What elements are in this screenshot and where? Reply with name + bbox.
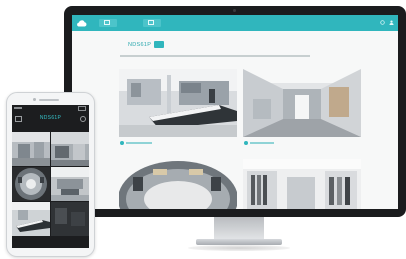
camera-view-lobby bbox=[119, 69, 237, 137]
phone-camera-tile[interactable] bbox=[12, 202, 50, 236]
phone-camera-tile[interactable] bbox=[12, 132, 50, 166]
phone-view-dark bbox=[51, 202, 89, 236]
desktop-monitor: NDS61P bbox=[64, 6, 406, 217]
phone-title: NDS61P bbox=[39, 115, 62, 121]
phone-camera-tile[interactable] bbox=[51, 132, 89, 166]
phone-view-lounge bbox=[51, 167, 89, 201]
monitor-shadow bbox=[188, 245, 290, 251]
camera-tile[interactable] bbox=[243, 69, 361, 137]
camera-tile[interactable] bbox=[119, 69, 237, 137]
camera-tile[interactable] bbox=[119, 159, 237, 209]
nav-tab-cameras[interactable] bbox=[143, 19, 161, 27]
title-badge[interactable] bbox=[154, 41, 164, 48]
top-nav-bar bbox=[72, 15, 398, 31]
cloud-icon[interactable] bbox=[76, 19, 87, 27]
monitor-stand bbox=[214, 217, 264, 241]
webcam-dot bbox=[233, 9, 236, 12]
monitor-icon bbox=[104, 20, 110, 26]
phone-camera-tile[interactable] bbox=[51, 202, 89, 236]
device-title: NDS61P bbox=[128, 42, 152, 48]
phone-view-lobby bbox=[12, 202, 50, 236]
camera-tile[interactable] bbox=[243, 159, 361, 209]
camera-icon bbox=[148, 20, 154, 26]
settings-icon[interactable] bbox=[380, 20, 385, 25]
smartphone: NDS61P bbox=[6, 92, 95, 257]
camera-view-store bbox=[243, 159, 361, 209]
signal-icon bbox=[14, 106, 22, 109]
earpiece bbox=[39, 99, 59, 101]
phone-camera-tile[interactable] bbox=[51, 167, 89, 201]
refresh-icon[interactable] bbox=[80, 116, 86, 122]
front-camera bbox=[33, 98, 36, 101]
phone-view-office bbox=[51, 132, 89, 166]
phone-camera-tile[interactable] bbox=[12, 167, 50, 201]
desktop-screen: NDS61P bbox=[72, 15, 398, 209]
phone-screen: NDS61P bbox=[12, 105, 89, 248]
camera-view-corridor bbox=[243, 69, 361, 137]
phone-header: NDS61P bbox=[12, 110, 89, 122]
camera-view-fisheye bbox=[119, 159, 237, 209]
phone-view-fisheye bbox=[12, 167, 50, 201]
user-icon[interactable] bbox=[389, 20, 394, 25]
phone-view-hall bbox=[12, 132, 50, 166]
page-subtitle bbox=[120, 55, 310, 58]
nav-tab-live[interactable] bbox=[99, 19, 117, 27]
